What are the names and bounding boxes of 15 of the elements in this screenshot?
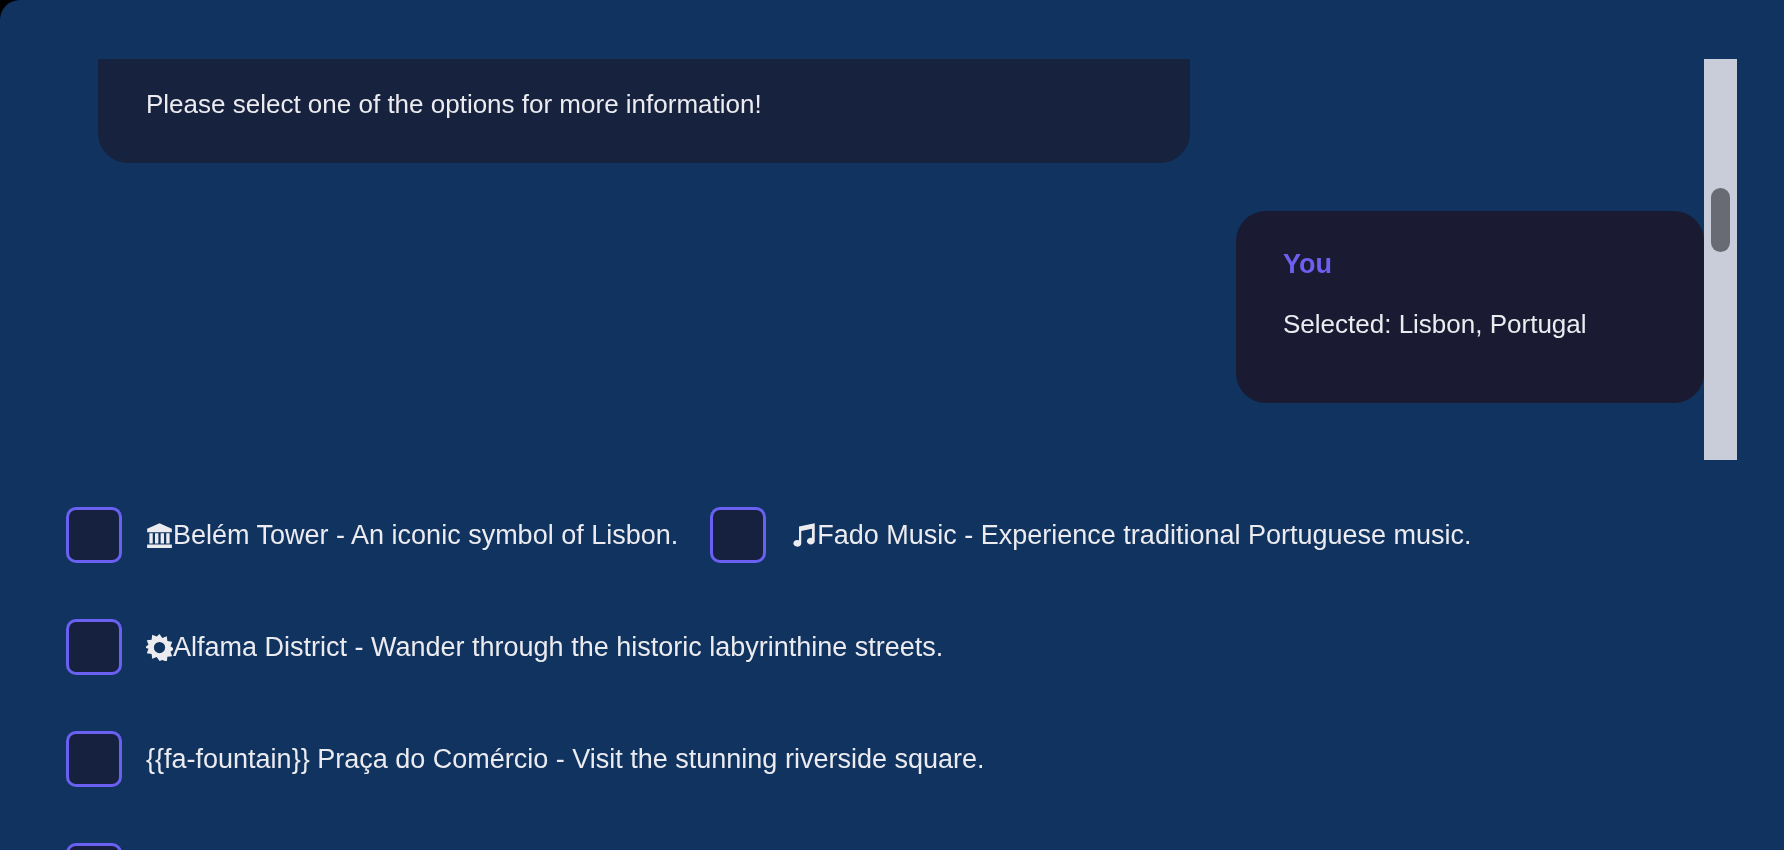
checkbox[interactable] xyxy=(710,507,767,563)
bank-icon xyxy=(146,521,173,549)
option-label: {{fa-fountain}} Praça do Comércio - Visit the stunning riverside square. xyxy=(146,743,985,775)
message-text: Selected: Lisbon, Portugal xyxy=(1283,309,1588,339)
message-text: Please select one of the options for more information! xyxy=(146,89,763,119)
checkbox[interactable] xyxy=(66,507,122,563)
music-notes-icon xyxy=(790,521,818,549)
gear-icon xyxy=(146,633,173,661)
checkbox[interactable] xyxy=(66,619,122,675)
sender-name: You xyxy=(1283,249,1333,279)
option-label: Fado Music - Experience traditional Portuguese music. xyxy=(817,519,1472,551)
scrollbar[interactable] xyxy=(1704,59,1737,460)
option-label: Alfama District - Wander through the historic labyrinthine streets. xyxy=(173,631,944,663)
option-label: Belém Tower - An iconic symbol of Lisbon. xyxy=(173,519,679,551)
checkbox[interactable] xyxy=(66,731,122,787)
